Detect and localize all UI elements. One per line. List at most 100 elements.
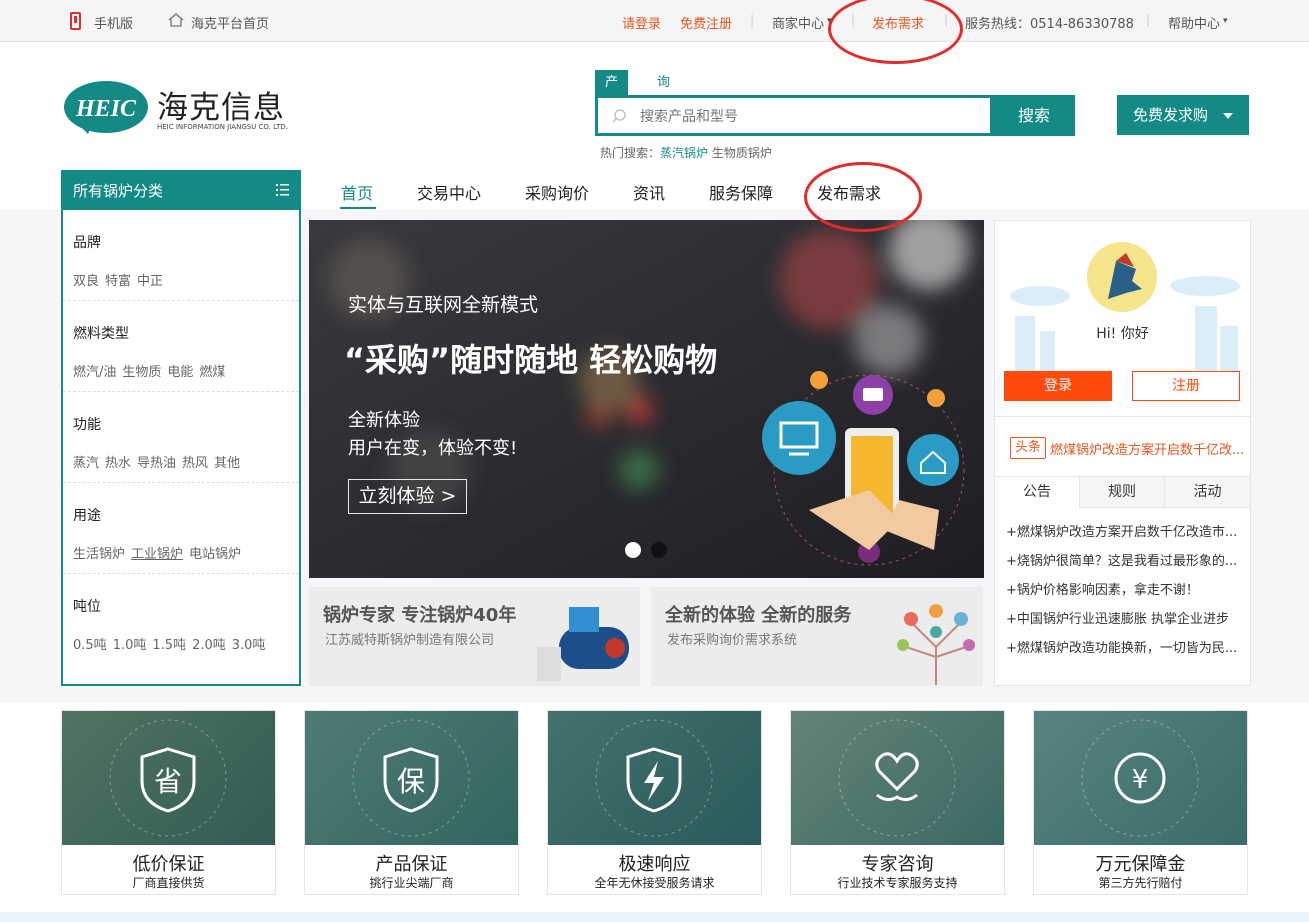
avatar[interactable] [1086, 241, 1158, 313]
home-icon [168, 13, 184, 27]
service-title: 万元保障金 [1095, 854, 1186, 875]
category-item[interactable]: 电能 [167, 365, 193, 380]
news-item[interactable]: +烧锅炉很简单？这是我看过最形象的... [1006, 550, 1242, 569]
mobile-version-link[interactable]: 手机版 [94, 13, 133, 32]
promo-title: 锅炉专家 专注锅炉40年 [323, 605, 517, 626]
category-item[interactable]: 燃汽/油 [73, 365, 116, 380]
service-title: 专家咨询 [861, 854, 934, 875]
service-subtitle: 厂商直接供货 [132, 876, 205, 890]
category-group-brand: 品牌 双良 特富 中正 [63, 210, 299, 301]
carousel-dot[interactable] [651, 542, 667, 558]
service-title: 极速响应 [618, 854, 691, 875]
heic-logo-mark: HEIC [64, 81, 148, 134]
search-icon [612, 109, 626, 123]
nav-home[interactable]: 首页 [341, 180, 373, 204]
annotation-circle [804, 162, 922, 232]
category-item[interactable]: 蒸汽 [73, 456, 99, 471]
category-group-title: 功能 [73, 417, 101, 433]
category-item[interactable]: 燃煤 [199, 365, 225, 380]
service-title: 低价保证 [132, 854, 205, 875]
category-item[interactable]: 双良 [73, 274, 99, 289]
category-item[interactable]: 中正 [137, 274, 163, 289]
headline-badge: 头条 [1010, 437, 1047, 459]
logo-text: 海克信息 [157, 90, 285, 126]
category-item[interactable]: 1.0吨 [113, 638, 147, 653]
category-item[interactable]: 特富 [105, 274, 131, 289]
tab-activities[interactable]: 活动 [1165, 477, 1250, 508]
list-menu-icon[interactable] [276, 183, 289, 197]
nav-active-indicator [340, 207, 376, 209]
platform-home-link[interactable]: 海克平台首页 [191, 13, 269, 32]
category-item[interactable]: 热风 [182, 456, 208, 471]
tab-inquiry[interactable]: 询价 [647, 70, 680, 116]
news-item[interactable]: +中国锅炉行业迅速膨胀 执掌企业进步 [1006, 608, 1242, 627]
nav-purchase-inquiry[interactable]: 采购询价 [525, 180, 589, 204]
greeting-text: Hi! 你好 [1096, 326, 1149, 342]
service-card-expert-consult[interactable]: 专家咨询 行业技术专家服务支持 [790, 710, 1005, 895]
login-link[interactable]: 请登录 [622, 13, 661, 32]
experience-now-button[interactable]: 立刻体验 > [348, 479, 467, 514]
tab-product[interactable]: 产品 [595, 70, 629, 116]
carousel-dot-active[interactable] [625, 542, 641, 558]
category-item[interactable]: 导热油 [137, 456, 176, 471]
category-item[interactable]: 生活锅炉 [73, 547, 125, 562]
tab-rules[interactable]: 规则 [1080, 477, 1165, 508]
category-item[interactable]: 0.5吨 [73, 638, 107, 653]
sidebar-header: 所有锅炉分类 [63, 172, 299, 210]
nav-trade-center[interactable]: 交易中心 [417, 180, 481, 204]
category-item[interactable]: 工业锅炉 [131, 547, 183, 562]
hot-search-item[interactable]: 生物质锅炉 [712, 146, 772, 160]
category-group-usage: 用途 生活锅炉 工业锅炉 电站锅炉 [63, 483, 299, 574]
search-button[interactable]: 搜索 [993, 95, 1075, 136]
category-item[interactable]: 生物质 [122, 365, 161, 380]
category-item[interactable]: 1.5吨 [152, 638, 186, 653]
mobile-phone-icon [70, 12, 81, 30]
promo-card[interactable]: 全新的体验 全新的服务 发布采购询价需求系统 [651, 587, 983, 686]
svg-text:¥: ¥ [1132, 765, 1149, 795]
service-title: 产品保证 [375, 854, 448, 875]
annotation-circle [828, 0, 963, 64]
promo-title: 全新的体验 全新的服务 [665, 605, 852, 626]
service-subtitle: 第三方先行赔付 [1098, 876, 1183, 890]
category-item[interactable]: 3.0吨 [232, 638, 266, 653]
search-input[interactable] [640, 98, 980, 133]
service-hotline: 服务热线：0514-86330788 [965, 17, 1134, 32]
tab-announcement[interactable]: 公告 [995, 477, 1080, 508]
headline-link[interactable]: 燃煤锅炉改造方案开启数千亿改... [1050, 439, 1245, 458]
divider [995, 416, 1250, 417]
news-item[interactable]: +燃煤锅炉改造功能换新，一切皆为民... [1006, 637, 1242, 656]
register-button[interactable]: 注册 [1132, 371, 1240, 401]
login-button[interactable]: 登录 [1004, 371, 1112, 401]
logo-subtitle: HEIC INFORMATION JIANGSU CO. LTD. [157, 123, 288, 131]
lightning-icon [548, 711, 761, 845]
category-group-title: 燃料类型 [73, 326, 129, 342]
news-item[interactable]: +锅炉价格影响因素，拿走不谢！ [1006, 579, 1242, 598]
category-group-title: 用途 [73, 508, 101, 524]
free-purchase-button[interactable]: 免费发求购 [1117, 95, 1249, 135]
promo-subtitle: 江苏威特斯锅炉制造有限公司 [325, 633, 495, 648]
category-item[interactable]: 2.0吨 [192, 638, 226, 653]
nav-service[interactable]: 服务保障 [709, 180, 773, 204]
nav-news[interactable]: 资讯 [633, 180, 665, 204]
news-item[interactable]: +燃煤锅炉改造方案开启数千亿改造市... [1006, 521, 1242, 540]
register-link[interactable]: 免费注册 [680, 13, 732, 32]
service-card-fast-response[interactable]: 极速响应 全年无休接受服务请求 [547, 710, 762, 895]
notice-tabs: 公告 规则 活动 [995, 476, 1250, 508]
service-card-product-guarantee[interactable]: 保 产品保证 挑行业尖端厂商 [304, 710, 519, 895]
promo-card[interactable]: 锅炉专家 专注锅炉40年 江苏威特斯锅炉制造有限公司 [309, 587, 640, 686]
top-bar: 手机版 海克平台首页 请登录 免费注册 | 商家中心 ▾ | 发布需求 | 服务… [0, 0, 1309, 42]
service-card-low-price[interactable]: 省 低价保证 厂商直接供货 [61, 710, 276, 895]
caret-down-icon [1223, 113, 1233, 119]
hero-banner[interactable]: 实体与互联网全新模式 “采购”随时随地 轻松购物 全新体验 用户在变，体验不变! [309, 220, 984, 578]
help-center-menu[interactable]: 帮助中心 [1168, 13, 1220, 32]
category-item[interactable]: 其他 [214, 456, 240, 471]
service-card-deposit[interactable]: ¥ 万元保障金 第三方先行赔付 [1033, 710, 1248, 895]
banner-background [309, 220, 984, 578]
category-item[interactable]: 电站锅炉 [189, 547, 241, 562]
sidebar-title: 所有锅炉分类 [73, 182, 164, 200]
merchant-center-menu[interactable]: 商家中心 [772, 13, 824, 32]
hot-searches: 热门搜索：蒸汽锅炉 生物质锅炉 [600, 144, 772, 161]
category-item[interactable]: 热水 [105, 456, 131, 471]
hot-search-item[interactable]: 蒸汽锅炉 [660, 146, 708, 160]
site-logo[interactable]: HEIC 海克信息 HEIC INFORMATION JIANGSU CO. L… [62, 78, 288, 138]
